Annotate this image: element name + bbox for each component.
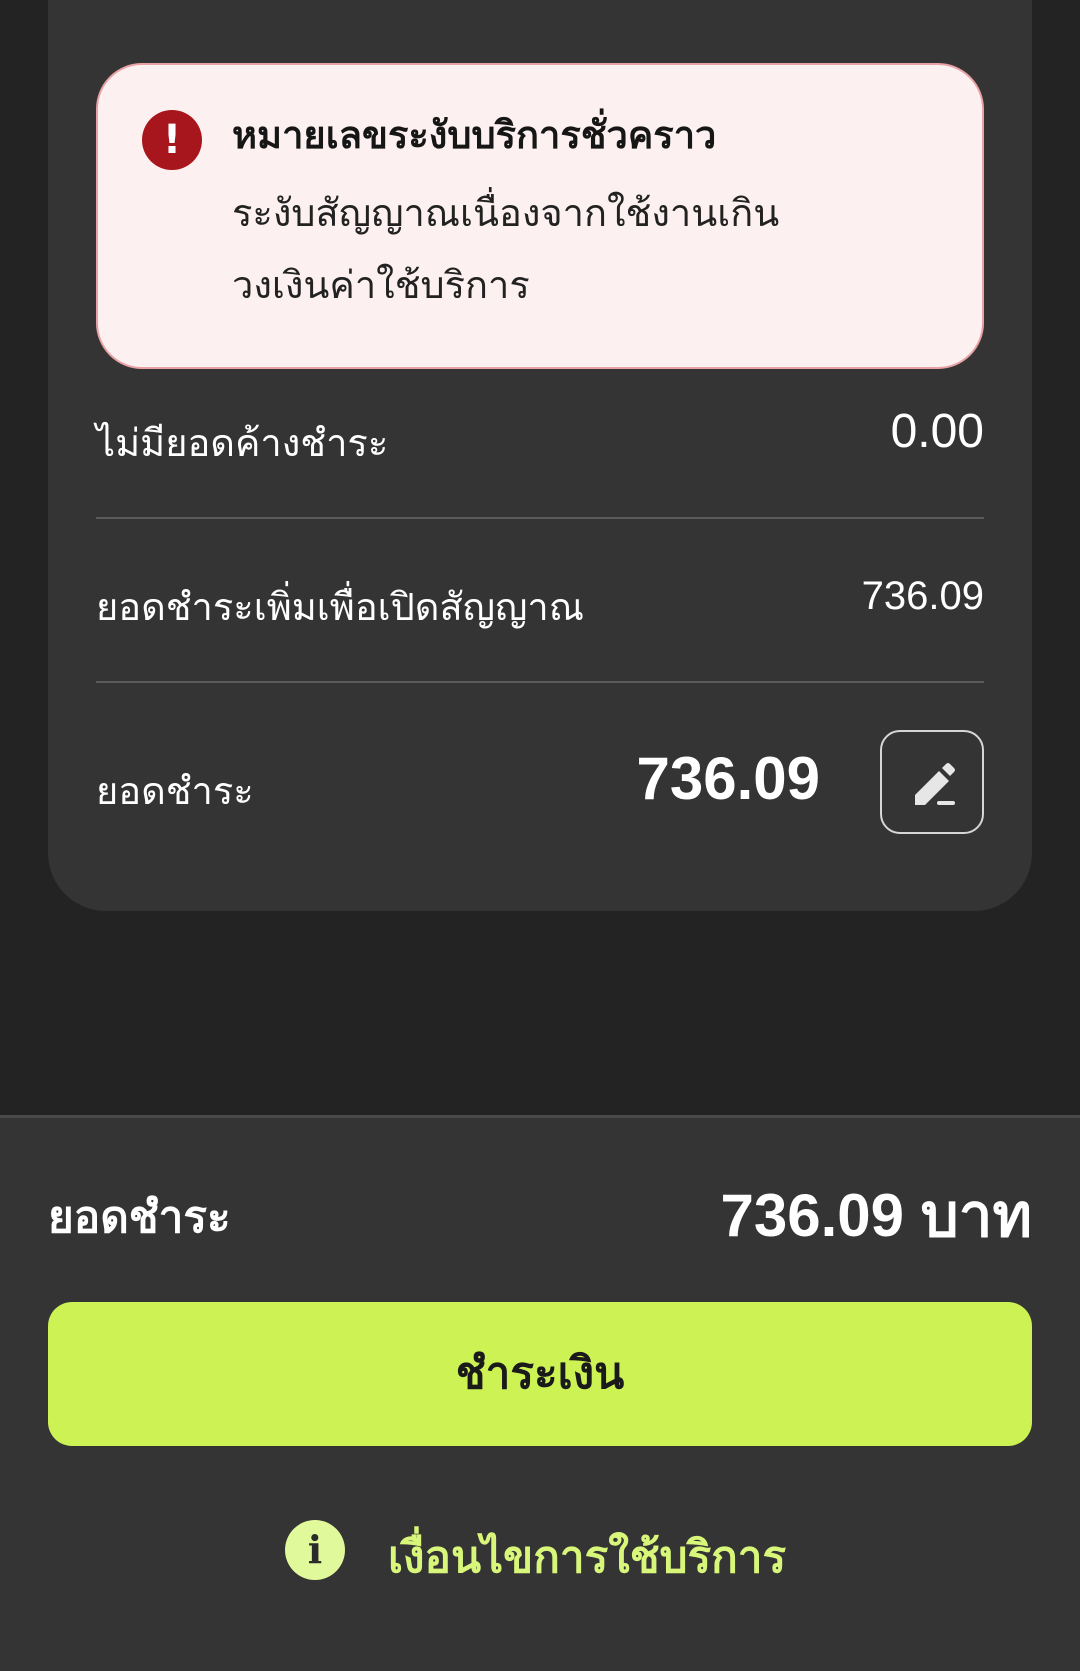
reconnect-row: ยอดชำระเพิ่มเพื่อเปิดสัญญาณ 736.09 <box>96 568 984 634</box>
divider <box>96 517 984 519</box>
outstanding-value: 0.00 <box>890 405 984 458</box>
pencil-icon <box>915 763 955 805</box>
edit-amount-button[interactable] <box>880 730 984 834</box>
payment-amount: 736.09 <box>636 745 820 812</box>
alert-title: หมายเลขระงับบริการชั่วคราว <box>232 113 717 157</box>
total-amount: 736.09 บาท <box>720 1182 1032 1249</box>
reconnect-label: ยอดชำระเพิ่มเพื่อเปิดสัญญาณ <box>96 585 584 629</box>
payment-label: ยอดชำระ <box>96 769 254 813</box>
reconnect-value: 736.09 <box>861 574 984 618</box>
pay-button[interactable]: ชำระเงิน <box>48 1302 1032 1446</box>
info-icon: i <box>285 1520 345 1580</box>
outstanding-row: ไม่มียอดค้างชำระ 0.00 <box>96 404 984 470</box>
suspension-alert: ! หมายเลขระงับบริการชั่วคราว ระงับสัญญาณ… <box>96 63 984 369</box>
payment-row: ยอดชำระ 736.09 <box>96 730 984 836</box>
divider <box>96 681 984 683</box>
alert-message: ระงับสัญญาณเนื่องจากใช้งานเกินวงเงินค่าใ… <box>232 191 780 307</box>
exclamation-icon: ! <box>142 110 202 170</box>
payment-footer: ยอดชำระ 736.09 บาท ชำระเงิน i เงื่อนไขกา… <box>0 1115 1080 1671</box>
total-label: ยอดชำระ <box>48 1192 231 1243</box>
terms-label: เงื่อนไขการใช้บริการ <box>388 1532 787 1583</box>
outstanding-label: ไม่มียอดค้างชำระ <box>96 421 389 465</box>
